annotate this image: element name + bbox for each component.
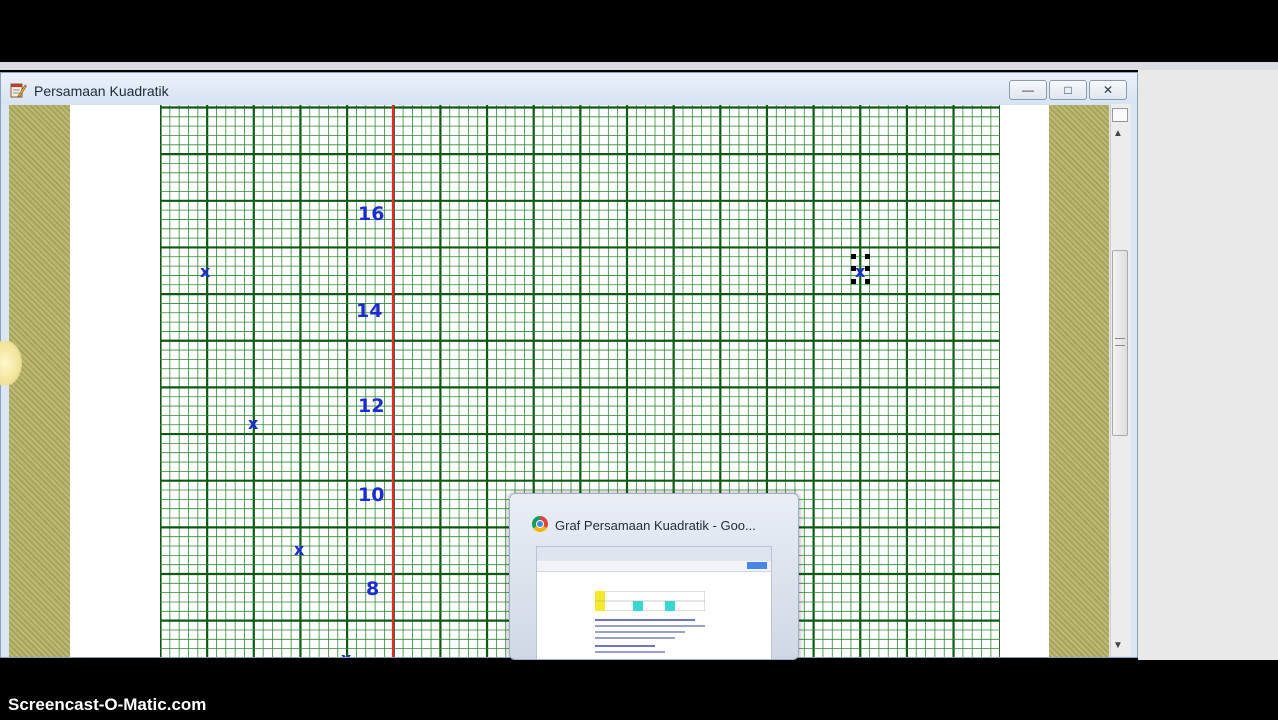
selection-handle[interactable] [865, 254, 870, 259]
chrome-icon [532, 516, 548, 532]
top-black-area [0, 0, 1278, 62]
thumbnail-share-button [747, 562, 767, 569]
taskbar-strip [0, 62, 1278, 70]
plot-point-marker[interactable]: x [855, 262, 866, 281]
taskbar-thumbnail-preview[interactable]: Graf Persamaan Kuadratik - Goo... [509, 493, 799, 660]
y-axis-label: 14 [356, 300, 382, 322]
thumbnail-tabbar [537, 547, 771, 561]
close-button[interactable]: ✕ [1089, 80, 1127, 100]
close-icon: ✕ [1102, 83, 1114, 97]
y-axis-label: 8 [366, 578, 379, 600]
selection-handle[interactable] [851, 254, 856, 259]
maximize-icon: □ [1064, 83, 1072, 97]
selection-handle[interactable] [865, 266, 870, 271]
preview-thumbnail [536, 546, 772, 659]
scroll-grip-icon [1115, 338, 1125, 346]
y-axis-label: 12 [358, 395, 384, 417]
plot-point-marker[interactable]: x [341, 649, 352, 657]
plot-point-marker[interactable]: x [248, 414, 259, 433]
thumbnail-toolbar [537, 561, 771, 572]
recording-watermark: Screencast-O-Matic.com [8, 695, 207, 714]
minimize-button[interactable]: — [1009, 80, 1047, 100]
selection-handle[interactable] [851, 266, 856, 271]
preview-title: Graf Persamaan Kuadratik - Goo... [555, 518, 756, 533]
plot-point-marker[interactable]: x [294, 540, 305, 559]
scroll-up-icon[interactable]: ▲ [1113, 128, 1123, 139]
scroll-down-icon[interactable]: ▼ [1113, 640, 1123, 651]
left-page-margin [9, 105, 70, 657]
page-left-margin [70, 105, 150, 657]
selection-handle[interactable] [865, 279, 870, 284]
split-view-button[interactable] [1112, 108, 1128, 122]
plot-point-marker[interactable]: x [200, 262, 211, 281]
minimize-icon: — [1022, 83, 1034, 97]
window-titlebar[interactable]: Persamaan Kuadratik — □ ✕ [1, 73, 1137, 105]
thumbnail-text-lines [595, 619, 705, 653]
window-title: Persamaan Kuadratik [34, 83, 169, 99]
right-page-margin [1049, 105, 1109, 657]
desktop-background [1138, 70, 1278, 660]
page-right-margin [1001, 105, 1049, 657]
selection-handle[interactable] [851, 279, 856, 284]
y-axis-label: 10 [358, 484, 384, 506]
notepad-pen-icon [10, 83, 27, 98]
maximize-button[interactable]: □ [1049, 80, 1087, 100]
thumbnail-table [595, 591, 705, 611]
y-axis-label: 16 [358, 203, 384, 225]
